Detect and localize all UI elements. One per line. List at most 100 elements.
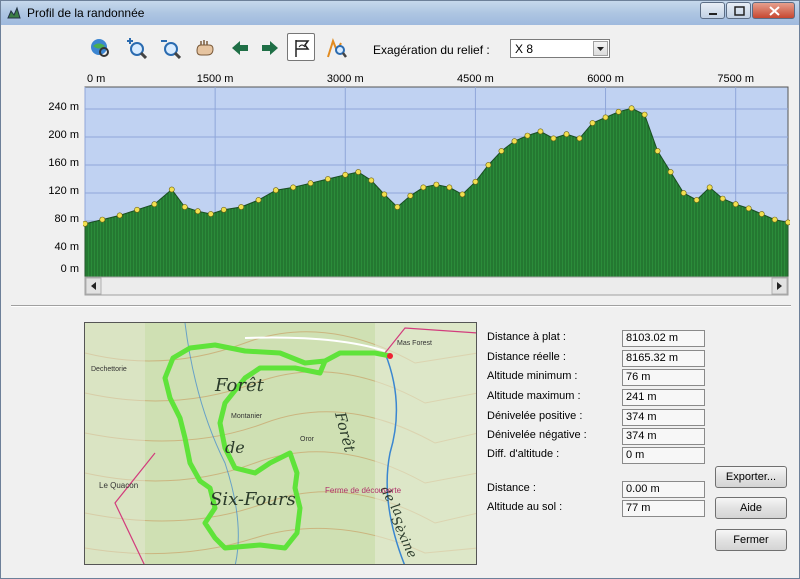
- minimize-button[interactable]: [700, 2, 725, 19]
- globe-search-button[interactable]: [85, 33, 113, 61]
- profile-point: [758, 211, 765, 217]
- map-label-foret: Forêt: [214, 375, 265, 396]
- profile-point: [524, 132, 531, 139]
- map-label-oror: Oror: [300, 436, 315, 443]
- x-tick-label: 6000 m: [587, 73, 624, 85]
- profile-point: [485, 162, 492, 168]
- profile-point: [732, 201, 739, 208]
- maximize-button[interactable]: [726, 2, 751, 19]
- profile-point: [589, 120, 596, 126]
- zoom-out-button[interactable]: [155, 33, 183, 61]
- zoom-in-icon: [127, 38, 147, 59]
- title-bar[interactable]: Profil de la randonnée: [1, 1, 799, 25]
- exaggeration-select[interactable]: X 8: [510, 39, 610, 58]
- profile-point: [785, 219, 791, 226]
- zoom-in-button[interactable]: [121, 33, 149, 61]
- map-label-de: de: [225, 438, 245, 457]
- profile-point: [433, 181, 440, 188]
- map-label-montanier: Montanier: [231, 413, 263, 420]
- profile-point: [459, 191, 466, 198]
- profile-point: [342, 171, 349, 178]
- cursor-label: Distance :: [487, 482, 536, 494]
- profile-point: [238, 204, 245, 210]
- window-title: Profil de la randonnée: [27, 6, 145, 20]
- elevation-chart-svg: 0 m 1500 m 3000 m 4500 m 6000 m 7500 m: [82, 73, 791, 296]
- profile-point: [394, 204, 401, 210]
- map-label-six-fours: Six-Fours: [210, 489, 296, 510]
- profile-point: [307, 180, 314, 187]
- y-tick-label: 40 m: [54, 241, 79, 253]
- profile-point: [706, 184, 713, 191]
- profile-point: [151, 201, 158, 208]
- profile-point: [472, 178, 479, 185]
- profile-point: [355, 169, 362, 175]
- stat-label: Distance réelle :: [487, 351, 566, 363]
- horizontal-scrollbar: [84, 276, 789, 296]
- topo-map-svg: Forêt de Six-Fours Forêt de la Sèxine Fe…: [85, 323, 476, 564]
- stat-value: 76 m: [622, 369, 705, 386]
- profile-point: [641, 111, 648, 118]
- pan-button[interactable]: [189, 33, 217, 61]
- profile-point: [446, 184, 453, 191]
- cursor-value: 77 m: [622, 500, 705, 517]
- profile-point: [325, 176, 331, 182]
- profile-point: [745, 205, 752, 212]
- next-button[interactable]: [255, 33, 283, 61]
- stat-value: 374 m: [622, 428, 705, 445]
- close-button[interactable]: Fermer: [715, 529, 787, 551]
- route-search-icon: [327, 38, 347, 58]
- map-label-dechetterie: Dechettorie: [91, 366, 127, 373]
- profile-point: [628, 105, 635, 112]
- y-tick-label: 80 m: [54, 213, 79, 225]
- help-button[interactable]: Aide: [715, 497, 787, 519]
- profile-point: [563, 131, 570, 138]
- profile-point: [654, 148, 661, 154]
- profile-point: [420, 184, 427, 191]
- profile-point: [602, 114, 609, 121]
- y-tick-label: 120 m: [48, 185, 79, 197]
- stat-label: Altitude maximum :: [487, 390, 581, 402]
- profile-point: [255, 197, 262, 203]
- chevron-down-icon: [597, 47, 604, 51]
- arrow-right-icon: [262, 41, 278, 55]
- x-tick-label: 0 m: [87, 73, 105, 85]
- route-map[interactable]: Forêt de Six-Fours Forêt de la Sèxine Fe…: [84, 322, 477, 565]
- profile-point: [407, 192, 414, 199]
- route-search-button[interactable]: [321, 33, 349, 61]
- export-button[interactable]: Exporter...: [715, 466, 787, 488]
- elevation-profile-chart[interactable]: 0 m 1500 m 3000 m 4500 m 6000 m 7500 m: [82, 69, 791, 297]
- stat-value: 241 m: [622, 389, 705, 406]
- exaggeration-label: Exagération du relief :: [373, 43, 490, 57]
- y-tick-label: 240 m: [48, 101, 79, 113]
- globe-search-icon: [91, 39, 109, 57]
- minimize-icon: [709, 13, 717, 15]
- y-tick-label: 0 m: [60, 263, 79, 275]
- map-label-mas-forest: Mas Forest: [397, 340, 432, 347]
- profile-point: [719, 195, 726, 202]
- y-tick-label: 160 m: [48, 157, 79, 169]
- profile-point: [511, 138, 518, 145]
- profile-point: [576, 135, 583, 142]
- cursor-value: 0.00 m: [622, 481, 705, 498]
- profile-point: [181, 204, 188, 210]
- stat-label: Altitude minimum :: [487, 370, 578, 382]
- pan-hand-icon: [196, 40, 214, 56]
- profile-point: [615, 108, 622, 115]
- profile-point: [82, 220, 88, 227]
- map-label-quacon: Le Quacon: [99, 481, 138, 490]
- stat-value: 8103.02 m: [622, 330, 705, 347]
- profile-point: [116, 212, 123, 219]
- profile-point: [680, 190, 687, 196]
- profile-point: [381, 191, 388, 198]
- stat-label: Dénivelée positive :: [487, 410, 583, 422]
- stat-value: 0 m: [622, 447, 705, 464]
- previous-button[interactable]: [225, 33, 253, 61]
- x-tick-label: 4500 m: [457, 73, 494, 85]
- profile-point: [194, 208, 201, 215]
- profile-point: [693, 197, 700, 203]
- profile-point: [498, 148, 505, 154]
- dropdown-button[interactable]: [593, 41, 608, 56]
- profile-point: [667, 169, 674, 175]
- profile-button[interactable]: [287, 33, 315, 61]
- close-window-button[interactable]: [752, 2, 795, 19]
